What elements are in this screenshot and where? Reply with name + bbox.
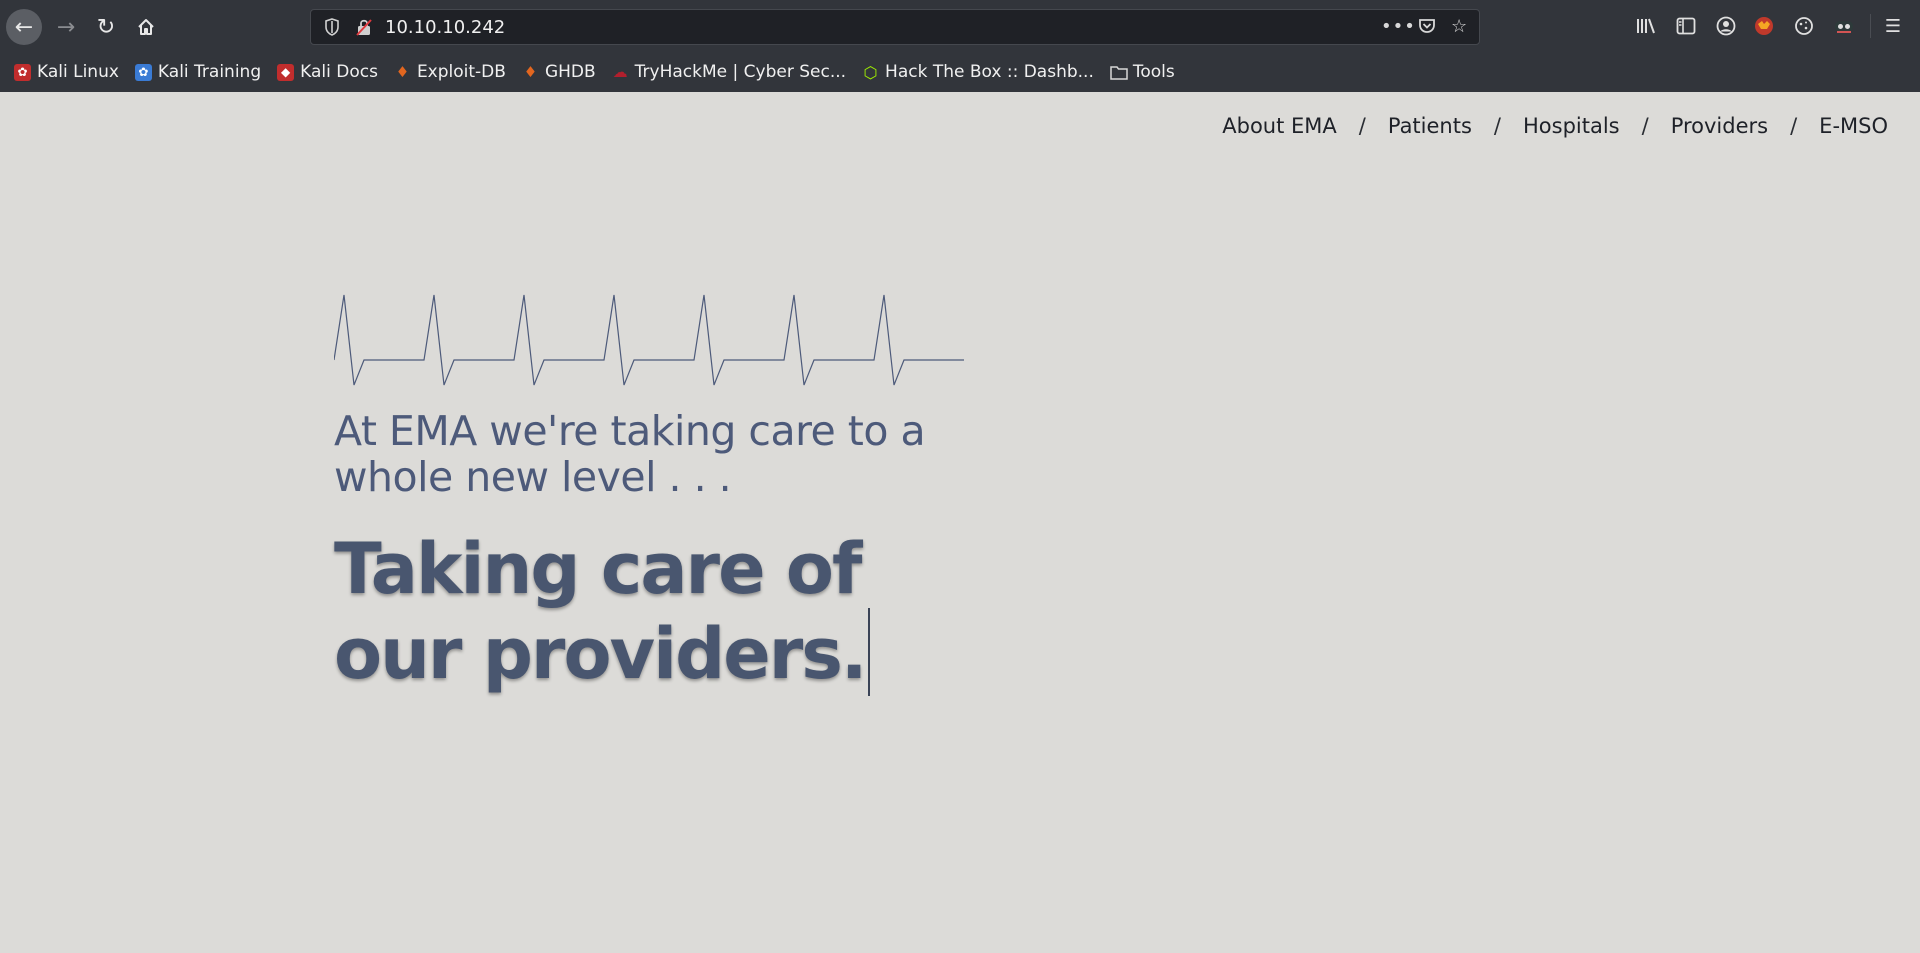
- bookmark-folder-tools[interactable]: Tools: [1110, 62, 1175, 82]
- exploit-db-icon: ♦: [395, 62, 410, 81]
- url-text[interactable]: 10.10.10.242: [385, 17, 505, 38]
- bookmark-label: TryHackMe | Cyber Sec...: [634, 62, 847, 82]
- hero-headline-line2: our providers.: [334, 613, 868, 695]
- menu-icon[interactable]: ☰: [1870, 14, 1905, 38]
- bookmark-kali-training[interactable]: ✿ Kali Training: [134, 62, 262, 82]
- reload-button[interactable]: ↻: [88, 9, 124, 45]
- bookmark-label: GHDB: [544, 62, 596, 82]
- bookmark-label: Kali Docs: [300, 62, 378, 82]
- nav-separator: /: [1641, 114, 1649, 138]
- bookmark-label: Kali Linux: [37, 62, 119, 82]
- nav-link-hospitals[interactable]: Hospitals: [1523, 114, 1620, 138]
- cookie-icon[interactable]: [1792, 14, 1816, 38]
- hero-headline-line1: Taking care of: [334, 528, 862, 610]
- bookmark-tryhackme[interactable]: ☁ TryHackMe | Cyber Sec...: [612, 62, 846, 82]
- home-icon: [138, 19, 154, 35]
- nav-link-providers[interactable]: Providers: [1671, 114, 1768, 138]
- bookmark-kali-linux[interactable]: ✿ Kali Linux: [14, 62, 119, 82]
- nav-separator: /: [1493, 114, 1501, 138]
- typing-cursor: [867, 608, 870, 696]
- nav-link-about[interactable]: About EMA: [1222, 114, 1337, 138]
- browser-chrome: ← → ↻ 10.10.10.242 ••• ☆ ☰ ✿ Kali Linux …: [0, 0, 1920, 92]
- bookmark-exploit-db[interactable]: ♦ Exploit-DB: [394, 62, 506, 82]
- hackthebox-icon: ⬡: [863, 62, 878, 82]
- kali-training-icon: ✿: [134, 63, 152, 81]
- extension-fox-icon[interactable]: [1752, 14, 1776, 38]
- heartbeat-line-graphic: [334, 294, 964, 386]
- tracking-protection-icon[interactable]: [323, 18, 341, 36]
- site-nav: About EMA / Patients / Hospitals / Provi…: [1222, 114, 1888, 138]
- kali-icon: ✿: [14, 63, 31, 81]
- bookmarks-toolbar: ✿ Kali Linux ✿ Kali Training ◆ Kali Docs…: [0, 56, 1177, 88]
- arrow-right-icon: →: [56, 14, 76, 40]
- hero-tagline: At EMA we're taking care to a whole new …: [334, 407, 926, 501]
- nav-separator: /: [1790, 114, 1798, 138]
- bookmark-label: Tools: [1132, 62, 1175, 82]
- address-bar[interactable]: 10.10.10.242 ••• ☆: [310, 9, 1480, 45]
- bookmark-label: Kali Training: [157, 62, 262, 82]
- bookmark-hackthebox[interactable]: ⬡ Hack The Box :: Dashb...: [862, 62, 1094, 82]
- tryhackme-icon: ☁: [612, 62, 628, 81]
- page-actions-icon[interactable]: •••: [1381, 16, 1416, 37]
- kali-docs-icon: ◆: [277, 63, 295, 81]
- pocket-icon[interactable]: [1417, 16, 1437, 41]
- browser-toolbar: ← → ↻ 10.10.10.242 ••• ☆ ☰: [0, 0, 1920, 54]
- library-icon[interactable]: [1634, 14, 1658, 38]
- ghdb-icon: ♦: [523, 62, 538, 81]
- account-icon[interactable]: [1714, 14, 1738, 38]
- extension-mask-icon[interactable]: [1832, 14, 1856, 38]
- reload-icon: ↻: [96, 14, 116, 40]
- folder-icon: [1110, 64, 1128, 81]
- back-button[interactable]: ←: [6, 9, 42, 45]
- bookmark-label: Exploit-DB: [416, 62, 506, 82]
- nav-link-patients[interactable]: Patients: [1388, 114, 1472, 138]
- nav-link-emso[interactable]: E-MSO: [1819, 114, 1888, 138]
- bookmark-ghdb[interactable]: ♦ GHDB: [522, 62, 596, 82]
- bookmark-star-icon[interactable]: ☆: [1451, 16, 1467, 37]
- bookmark-label: Hack The Box :: Dashb...: [885, 62, 1094, 82]
- sidebar-icon[interactable]: [1674, 14, 1698, 38]
- home-button[interactable]: [128, 9, 164, 45]
- hero-headline: Taking care of our providers.: [334, 530, 974, 696]
- arrow-left-icon: ←: [14, 14, 34, 40]
- forward-button[interactable]: →: [48, 9, 84, 45]
- insecure-lock-icon[interactable]: [355, 18, 373, 36]
- nav-separator: /: [1358, 114, 1366, 138]
- bookmark-kali-docs[interactable]: ◆ Kali Docs: [277, 62, 378, 82]
